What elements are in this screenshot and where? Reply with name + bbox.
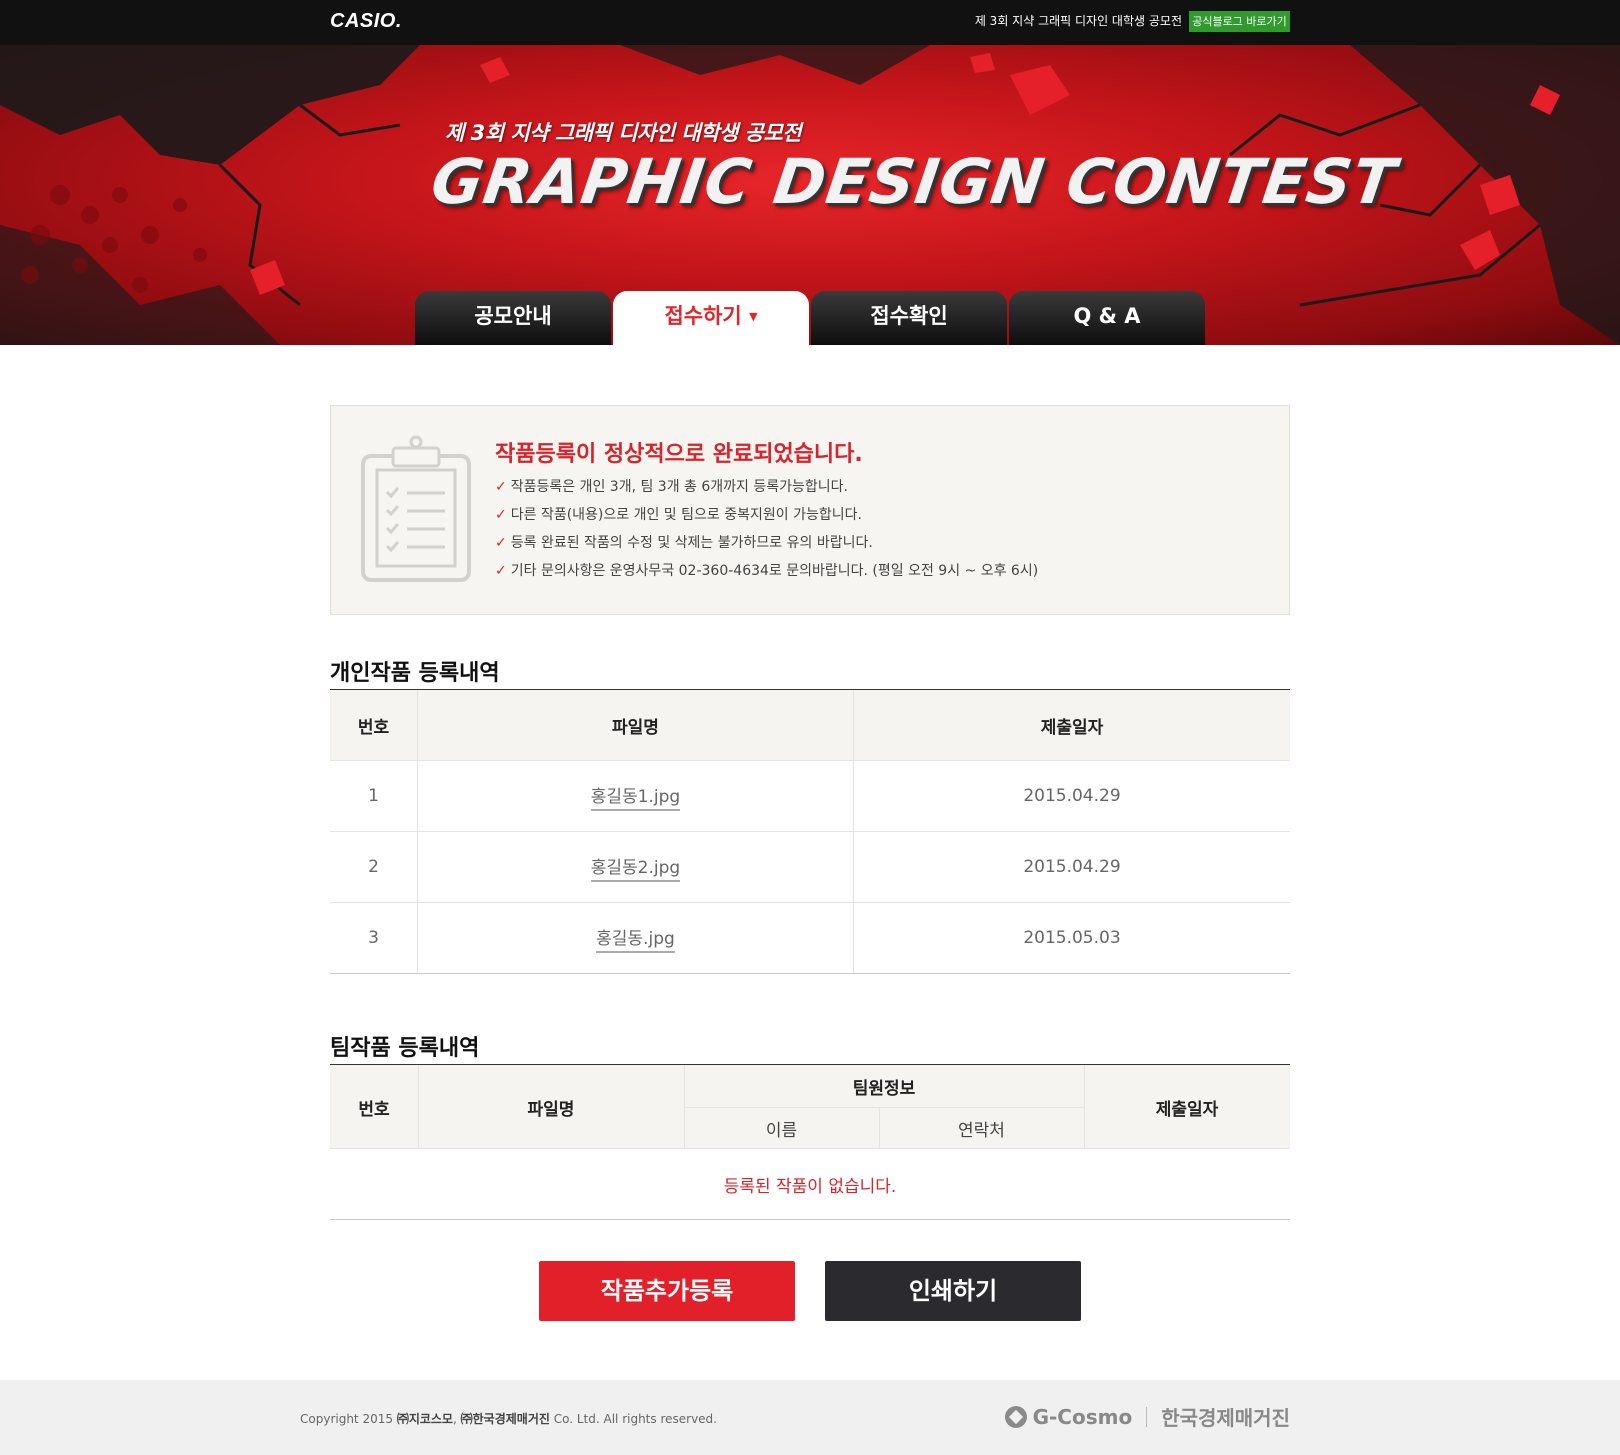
row-number: 2 xyxy=(330,832,418,902)
file-link[interactable]: 홍길동2.jpg xyxy=(590,853,681,882)
official-blog-button[interactable]: 공식블로그 바로가기 xyxy=(1189,11,1290,32)
hero-subtitle: 제 3회 지샥 그래픽 디자인 대학생 공모전 xyxy=(445,121,802,145)
tab-contest-info[interactable]: 공모안내 xyxy=(415,291,611,345)
divider xyxy=(418,1065,419,1149)
col-date: 제출일자 xyxy=(854,690,1290,760)
date-cell: 2015.04.29 xyxy=(1023,786,1121,806)
team-table: 번호 파일명 팀원정보 이름 연락처 제출일자 등록된 작품이 없습니다. xyxy=(330,1064,1290,1220)
notice-item: ✓ 기타 문의사항은 운영사무국 02-360-4634로 문의바랍니다. (평일… xyxy=(495,562,1038,590)
check-icon: ✓ xyxy=(495,507,507,523)
row-number: 3 xyxy=(330,903,418,973)
divider xyxy=(1146,1406,1148,1427)
casio-logo[interactable]: CASIO. xyxy=(330,10,402,33)
table-row: 3 홍길동.jpg 2015.05.03 xyxy=(330,902,1290,973)
tab-submit-label: 접수하기 xyxy=(664,304,742,328)
gcosmo-logo[interactable]: G-Cosmo xyxy=(1033,1405,1133,1429)
print-button[interactable]: 인쇄하기 xyxy=(825,1261,1081,1321)
separator: , xyxy=(452,1412,461,1426)
footer: Copyright 2015 ㈜지코스모, ㈜한국경제매거진 Co. Ltd. … xyxy=(0,1380,1620,1455)
check-icon: ✓ xyxy=(495,563,507,579)
copyright-prefix: Copyright 2015 xyxy=(300,1412,397,1426)
file-link[interactable]: 홍길동.jpg xyxy=(596,924,675,953)
notice-item-text: 등록 완료된 작품의 수정 및 삭제는 불가하므로 유의 바랍니다. xyxy=(510,535,873,551)
company-name: ㈜지코스모 xyxy=(396,1412,453,1426)
tab-check-submission[interactable]: 접수확인 xyxy=(811,291,1007,345)
empty-message: 등록된 작품이 없습니다. xyxy=(723,1176,897,1197)
col-filename: 파일명 xyxy=(418,690,854,760)
date-cell: 2015.05.03 xyxy=(1023,928,1121,948)
notice-item-text: 다른 작품(내용)으로 개인 및 팀으로 중복지원이 가능합니다. xyxy=(510,507,862,523)
copyright: Copyright 2015 ㈜지코스모, ㈜한국경제매거진 Co. Ltd. … xyxy=(300,1410,717,1427)
col-filename: 파일명 xyxy=(527,1099,575,1120)
footer-logos: G-Cosmo 한국경제매거진 xyxy=(1004,1402,1290,1431)
caret-down-icon: ▼ xyxy=(749,310,758,323)
team-section-title: 팀작품 등록내역 xyxy=(330,1036,480,1061)
check-icon: ✓ xyxy=(495,479,507,495)
table-body: 1 홍길동1.jpg 2015.04.29 2 홍길동2.jpg 2015.04… xyxy=(330,760,1290,973)
notice-list: ✓ 작품등록은 개인 3개, 팀 3개 총 6개까지 등록가능합니다. ✓ 다른 작… xyxy=(495,478,1038,590)
col-member-contact: 연락처 xyxy=(958,1120,1005,1141)
col-date: 제출일자 xyxy=(1155,1099,1219,1120)
filename-cell: 홍길동.jpg xyxy=(418,903,854,973)
tab-qna[interactable]: Q & A xyxy=(1009,291,1205,345)
file-link[interactable]: 홍길동1.jpg xyxy=(590,782,681,811)
check-icon: ✓ xyxy=(495,535,507,551)
gcosmo-logo-icon xyxy=(1004,1405,1027,1428)
col-number: 번호 xyxy=(358,1099,390,1120)
notice-item: ✓ 등록 완료된 작품의 수정 및 삭제는 불가하므로 유의 바랍니다. xyxy=(495,534,1038,562)
table-row: 1 홍길동1.jpg 2015.04.29 xyxy=(330,760,1290,831)
main-tabs: 공모안내 접수하기 ▼ 접수확인 Q & A xyxy=(415,291,1205,345)
individual-section-title: 개인작품 등록내역 xyxy=(330,661,500,686)
copyright-suffix: Co. Ltd. All rights reserved. xyxy=(549,1412,717,1426)
row-number: 1 xyxy=(330,761,418,831)
col-number: 번호 xyxy=(330,690,418,760)
notice-item-text: 기타 문의사항은 운영사무국 02-360-4634로 문의바랍니다. (평일 … xyxy=(510,563,1039,579)
table-header-row: 번호 파일명 제출일자 xyxy=(330,690,1290,760)
divider xyxy=(1084,1065,1085,1149)
top-bar: CASIO. 제 3회 지샥 그래픽 디자인 대학생 공모전 공식블로그 바로가… xyxy=(0,0,1620,45)
notice-item: ✓ 작품등록은 개인 3개, 팀 3개 총 6개까지 등록가능합니다. xyxy=(495,478,1038,506)
individual-table: 번호 파일명 제출일자 1 홍길동1.jpg 2015.04.29 2 홍길동2… xyxy=(330,689,1290,974)
notice-item: ✓ 다른 작품(내용)으로 개인 및 팀으로 중복지원이 가능합니다. xyxy=(495,506,1038,534)
hankyung-magazine-logo[interactable]: 한국경제매거진 xyxy=(1161,1402,1290,1431)
filename-cell: 홍길동1.jpg xyxy=(418,761,854,831)
completion-notice: 작품등록이 정상적으로 완료되었습니다. ✓ 작품등록은 개인 3개, 팀 3개 … xyxy=(330,405,1290,615)
top-contest-title: 제 3회 지샥 그래픽 디자인 대학생 공모전 xyxy=(974,14,1182,28)
hero-title: GRAPHIC DESIGN CONTEST xyxy=(426,145,1401,218)
clipboard-checklist-icon xyxy=(361,435,471,582)
company-name: ㈜한국경제매거진 xyxy=(460,1412,550,1426)
divider xyxy=(879,1107,880,1149)
tab-submit[interactable]: 접수하기 ▼ xyxy=(613,291,809,345)
col-member-name: 이름 xyxy=(765,1120,798,1141)
table-row: 2 홍길동2.jpg 2015.04.29 xyxy=(330,831,1290,902)
col-member-info: 팀원정보 xyxy=(852,1078,916,1099)
notice-title: 작품등록이 정상적으로 완료되었습니다. xyxy=(495,442,863,467)
notice-item-text: 작품등록은 개인 3개, 팀 3개 총 6개까지 등록가능합니다. xyxy=(510,479,848,495)
date-cell: 2015.04.29 xyxy=(1023,857,1121,877)
filename-cell: 홍길동2.jpg xyxy=(418,832,854,902)
divider xyxy=(684,1107,1084,1108)
team-table-header: 번호 파일명 팀원정보 이름 연락처 제출일자 xyxy=(330,1065,1290,1149)
add-submission-button[interactable]: 작품추가등록 xyxy=(539,1261,795,1321)
